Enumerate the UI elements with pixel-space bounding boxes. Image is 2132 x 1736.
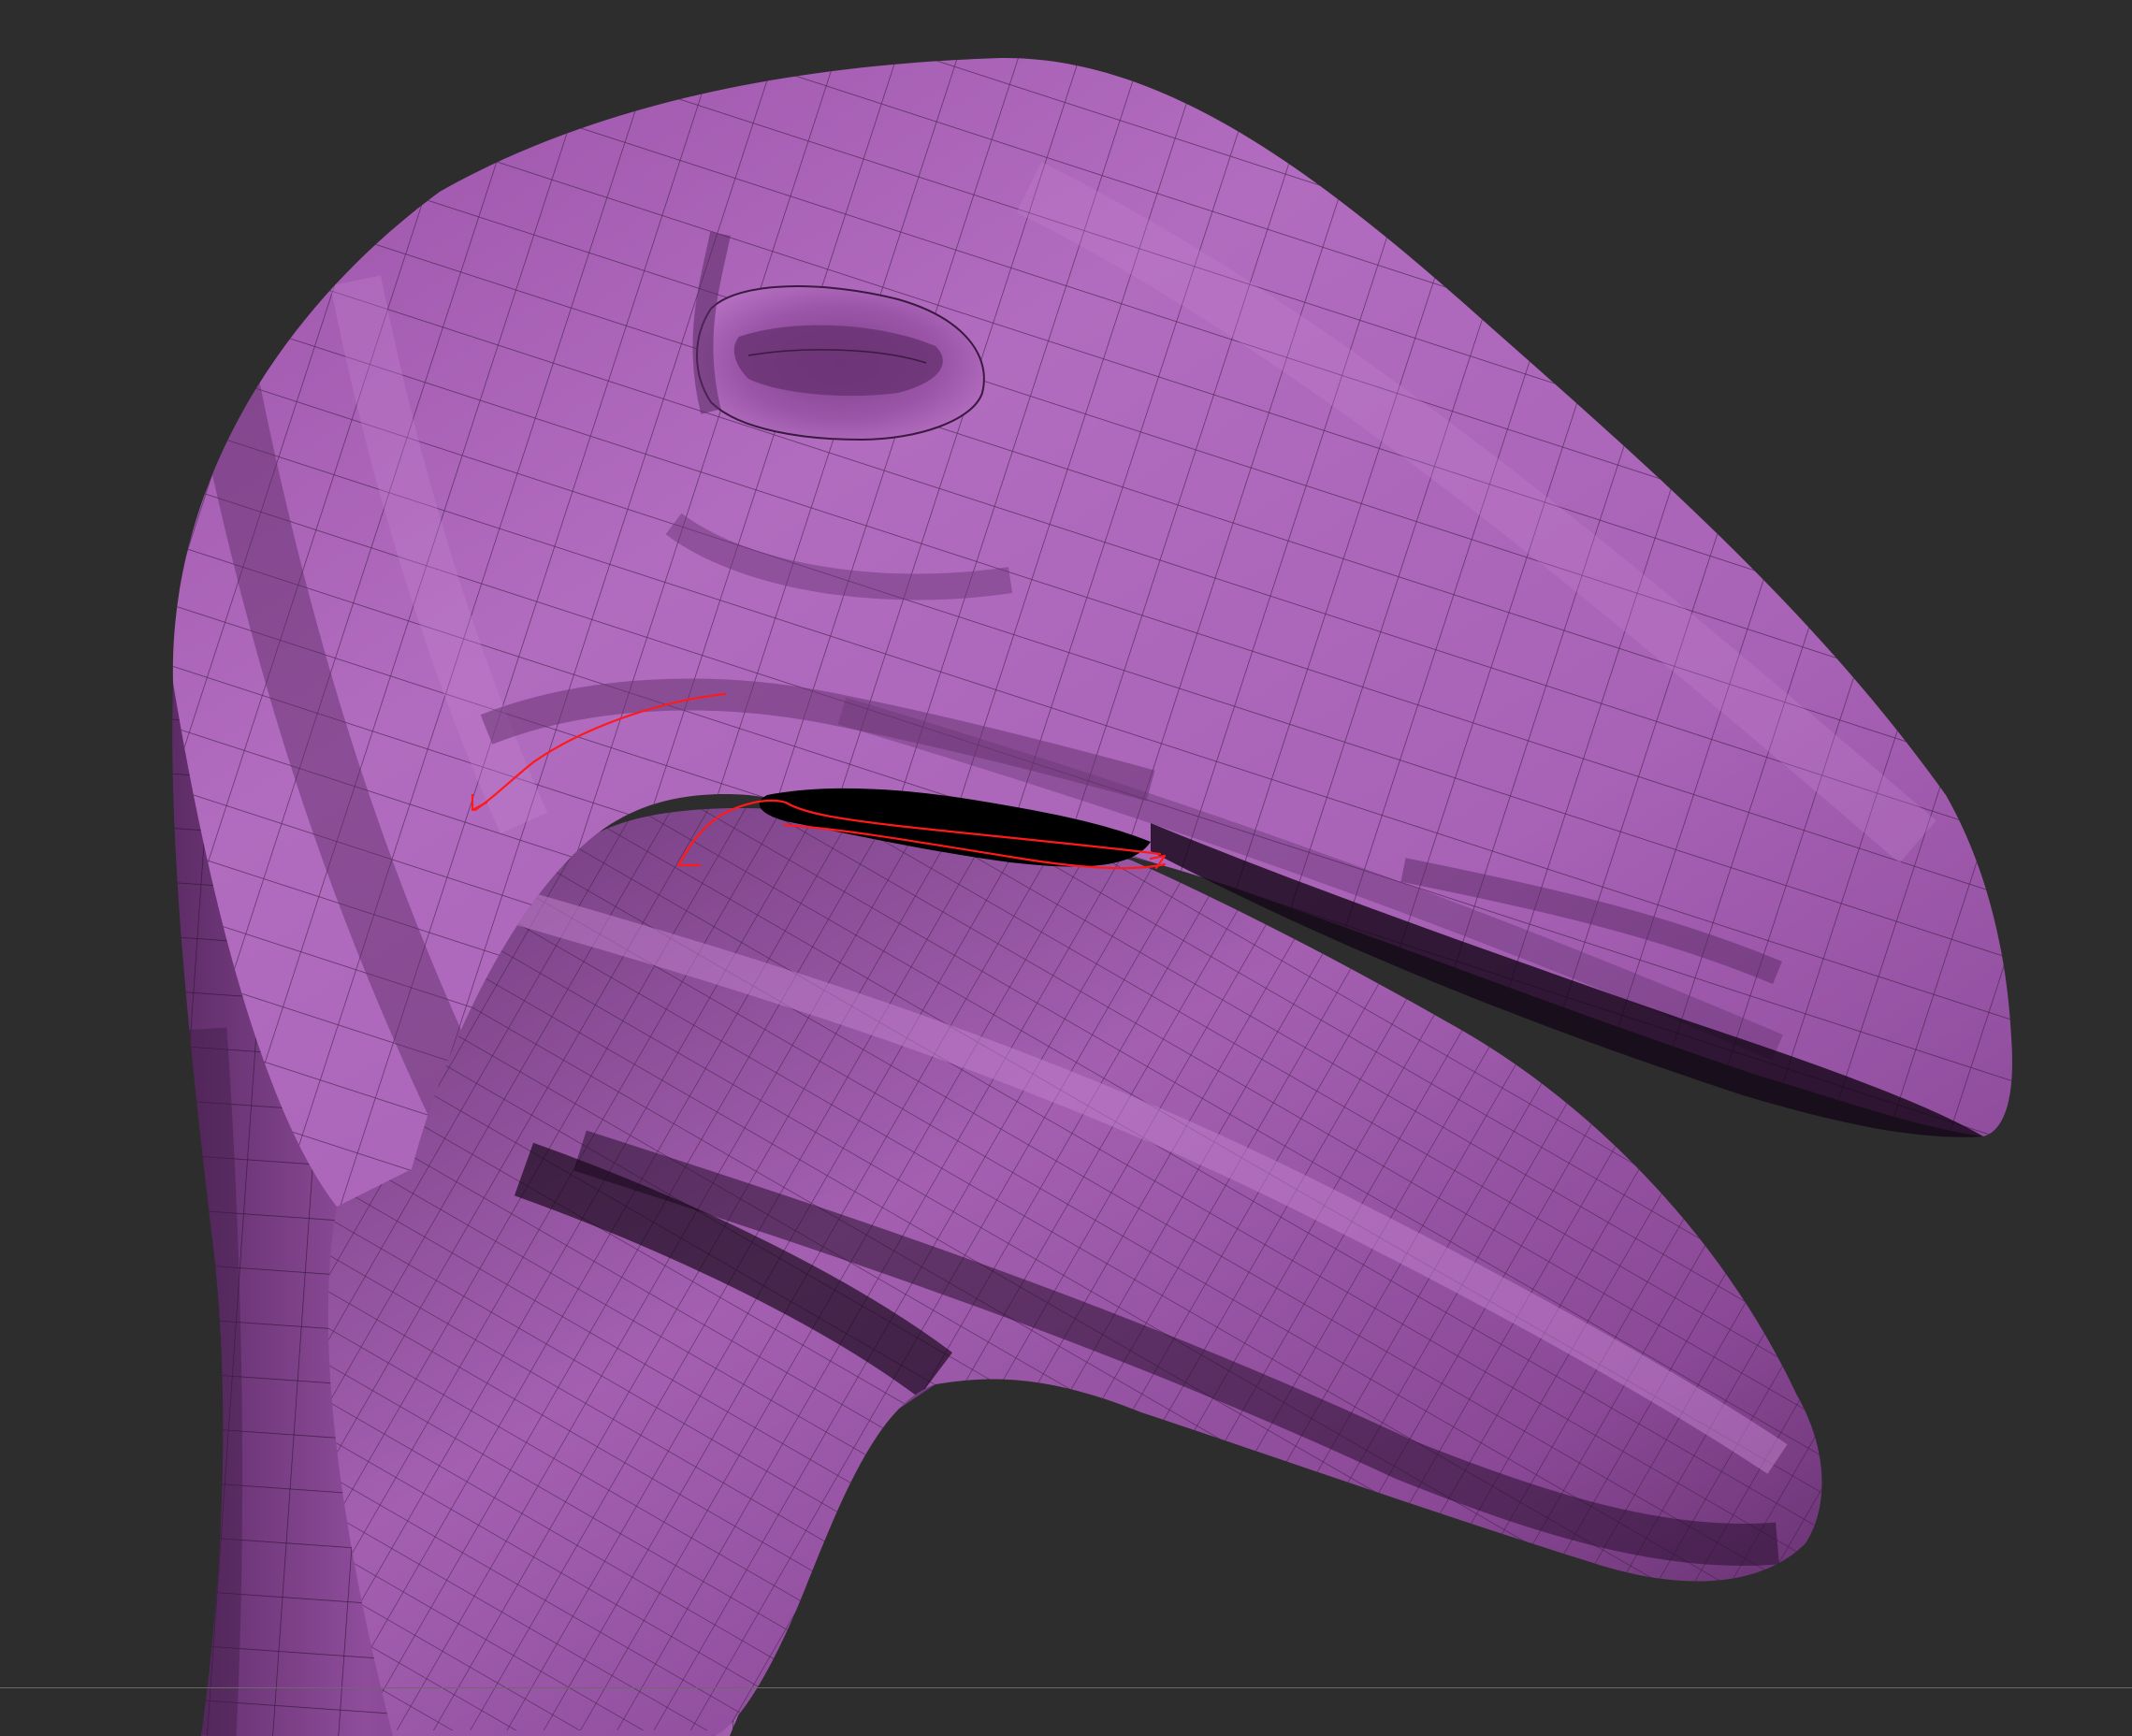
viewport-canvas[interactable] (0, 0, 2132, 1736)
floor-grid-line (0, 1687, 2132, 1688)
3d-viewport[interactable] (0, 0, 2132, 1736)
